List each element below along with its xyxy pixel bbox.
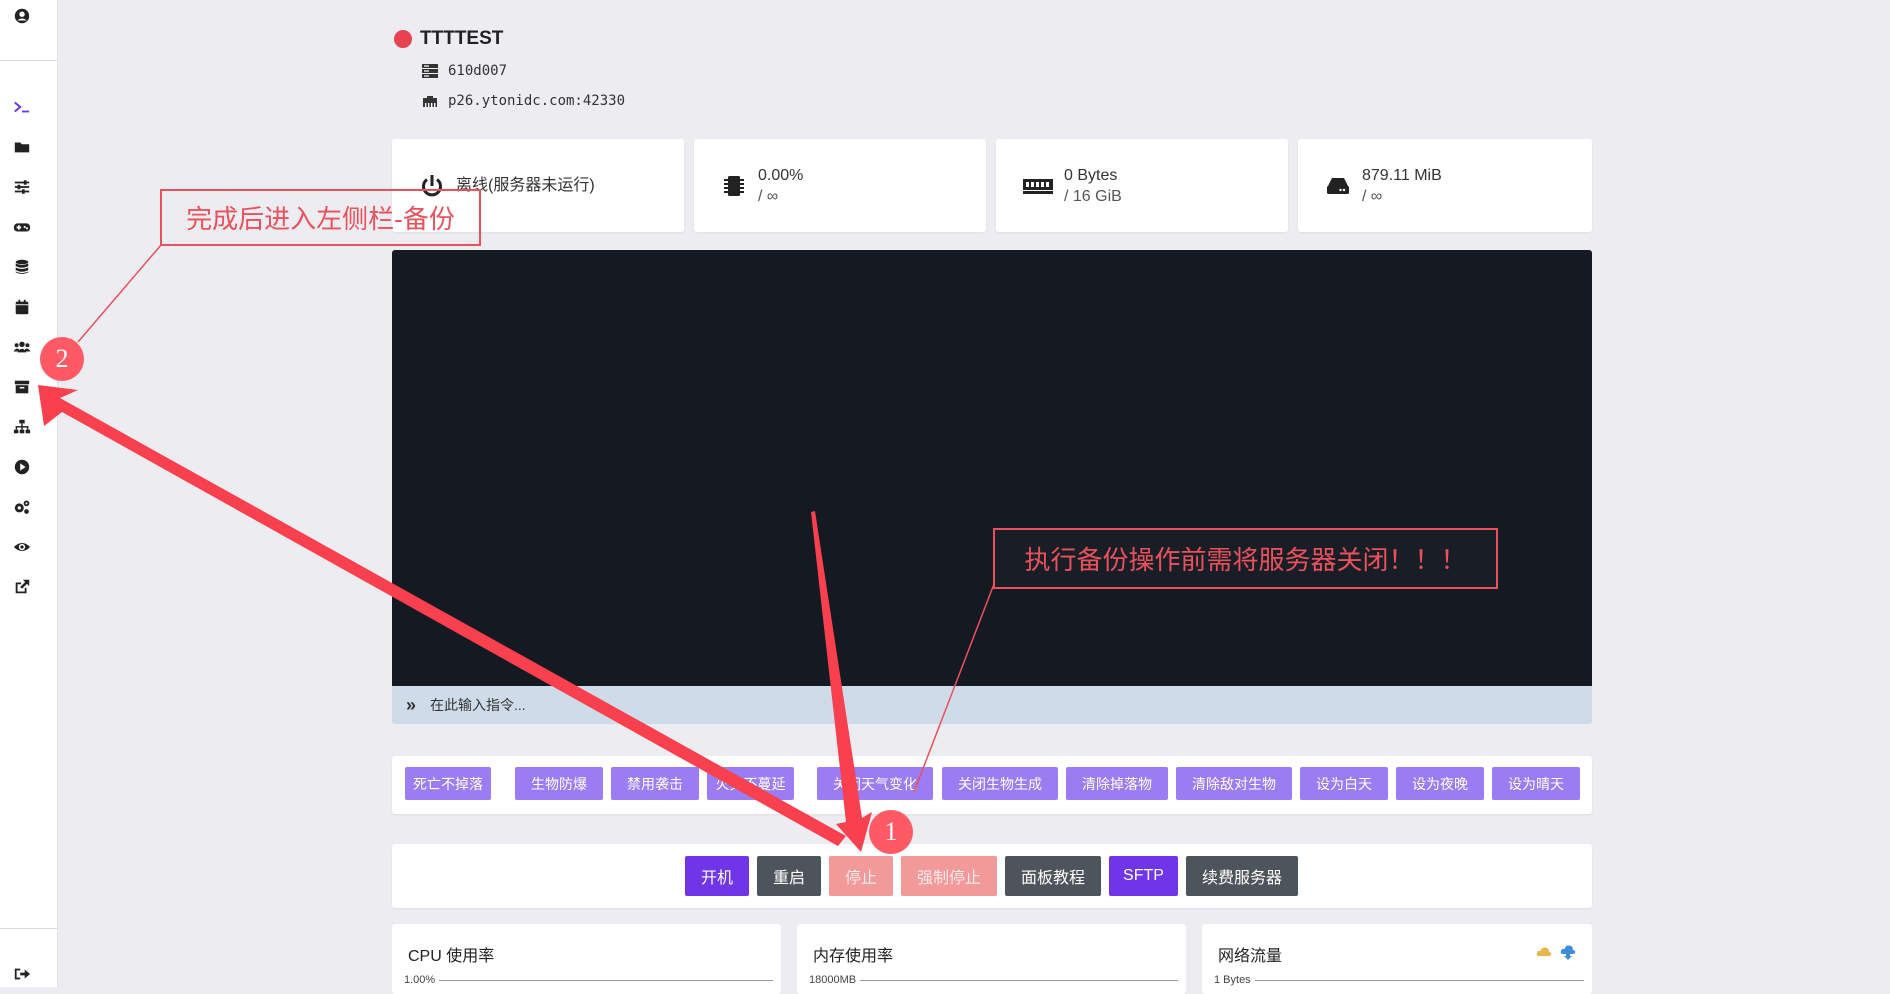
network-traffic-title: 网络流量 (1218, 948, 1283, 965)
status-dot (394, 30, 412, 48)
sidebar-divider-bottom (0, 928, 57, 929)
badge-step-2: 2 (40, 337, 84, 381)
cpu-value: 0.00% (758, 166, 804, 184)
disk-value: 879.11 MiB (1362, 166, 1442, 184)
server-title: TTTTEST (394, 28, 503, 50)
memory-usage-title: 内存使用率 (813, 948, 894, 965)
power-controls-panel: 开机 重启 停止 强制停止 面板教程 SFTP 续费服务器 (392, 844, 1592, 908)
cmd-button-clear-drops[interactable]: 清除掉落物 (1066, 767, 1168, 800)
users-icon[interactable] (12, 337, 32, 357)
memory-usage-graph: 内存使用率 18000MB (797, 924, 1186, 994)
cmd-button-keep-inventory[interactable]: 死亡不掉落 (405, 767, 491, 800)
terminal-icon[interactable] (12, 97, 32, 117)
memory-usage-axis-label: 18000MB (809, 974, 857, 986)
server-address[interactable]: p26.ytonidc.com:42330 (448, 93, 625, 109)
network-traffic-axis-label: 1 Bytes (1214, 974, 1251, 986)
memory-value: 0 Bytes (1064, 166, 1118, 184)
console-output[interactable] (392, 250, 1592, 686)
cmd-button-disable-raids[interactable]: 禁用袭击 (611, 767, 699, 800)
hdd-icon (1324, 172, 1352, 200)
network-traffic-graph: 网络流量 1 Bytes (1202, 924, 1592, 994)
start-button[interactable]: 开机 (685, 856, 749, 896)
folder-icon[interactable] (12, 137, 32, 157)
cpu-icon (720, 172, 748, 200)
gamepad-icon[interactable] (12, 217, 32, 237)
network-traffic-axis: 1 Bytes (1214, 974, 1584, 986)
callout-left: 完成后进入左侧栏-备份 (160, 189, 481, 246)
cogs-icon[interactable] (12, 497, 32, 517)
play-circle-icon[interactable] (12, 457, 32, 477)
console-command-bar: » (392, 686, 1592, 724)
disk-card: 879.11 MiB / ∞ (1298, 139, 1592, 232)
badge-step-1: 1 (869, 810, 913, 854)
console-input[interactable] (428, 696, 1333, 714)
cmd-button-mob-griefing[interactable]: 生物防爆 (515, 767, 603, 800)
cloud-upload-icon (1536, 947, 1552, 956)
cmd-button-fire-tick[interactable]: 火势不蔓延 (707, 767, 794, 800)
external-link-icon[interactable] (12, 577, 32, 597)
cmd-button-set-clear[interactable]: 设为晴天 (1492, 767, 1580, 800)
server-header: TTTTEST 610d007 p26.ytonidc.com:42330 (394, 28, 625, 109)
database-icon[interactable] (12, 257, 32, 277)
cloud-download-icon (1560, 945, 1576, 960)
cmd-button-weather-cycle[interactable]: 关闭天气变化 (817, 767, 933, 800)
callout-left-leader-line (77, 244, 162, 343)
server-id: 610d007 (448, 63, 508, 79)
archive-icon[interactable] (12, 377, 32, 397)
kill-button[interactable]: 强制停止 (901, 856, 997, 896)
eye-icon[interactable] (12, 537, 32, 557)
disk-limit: / ∞ (1362, 187, 1383, 205)
sliders-icon[interactable] (12, 177, 32, 197)
memory-limit: / 16 GiB (1064, 187, 1122, 205)
cpu-usage-axis-label: 1.00% (404, 974, 436, 986)
server-name: TTTTEST (420, 28, 504, 49)
server-icon (422, 64, 438, 78)
sftp-button[interactable]: SFTP (1109, 856, 1178, 896)
cmd-button-clear-hostiles[interactable]: 清除敌对生物 (1176, 767, 1292, 800)
stop-button[interactable]: 停止 (829, 856, 893, 896)
server-id-row: 610d007 (422, 63, 507, 79)
cmd-button-set-night[interactable]: 设为夜晚 (1396, 767, 1484, 800)
network-icon[interactable] (12, 417, 32, 437)
memory-usage-axis: 18000MB (809, 974, 1178, 986)
renew-server-button[interactable]: 续费服务器 (1186, 856, 1298, 896)
memory-card: 0 Bytes / 16 GiB (996, 139, 1288, 232)
cpu-usage-title: CPU 使用率 (408, 948, 495, 965)
panel-tutorial-button[interactable]: 面板教程 (1005, 856, 1101, 896)
memory-icon (1022, 172, 1054, 200)
chevron-right-icon: » (406, 694, 417, 715)
cmd-button-set-day[interactable]: 设为白天 (1300, 767, 1388, 800)
cpu-limit: / ∞ (758, 187, 779, 205)
server-address-row: p26.ytonidc.com:42330 (422, 93, 625, 109)
sidebar-divider (0, 60, 57, 61)
callout-right: 执行备份操作前需将服务器关闭！！！ (993, 528, 1498, 589)
restart-button[interactable]: 重启 (757, 856, 821, 896)
sidebar (0, 0, 58, 987)
cmd-button-mob-spawning[interactable]: 关闭生物生成 (942, 767, 1058, 800)
cpu-card: 0.00% / ∞ (694, 139, 986, 232)
quick-commands-panel: 死亡不掉落 生物防爆 禁用袭击 火势不蔓延 关闭天气变化 关闭生物生成 清除掉落… (392, 756, 1592, 814)
ethernet-icon (423, 96, 437, 107)
cpu-usage-axis: 1.00% (404, 974, 773, 986)
calendar-icon[interactable] (12, 297, 32, 317)
sign-out-icon[interactable] (12, 964, 32, 984)
user-circle-icon[interactable] (12, 6, 32, 26)
cpu-usage-graph: CPU 使用率 1.00% (392, 924, 781, 994)
